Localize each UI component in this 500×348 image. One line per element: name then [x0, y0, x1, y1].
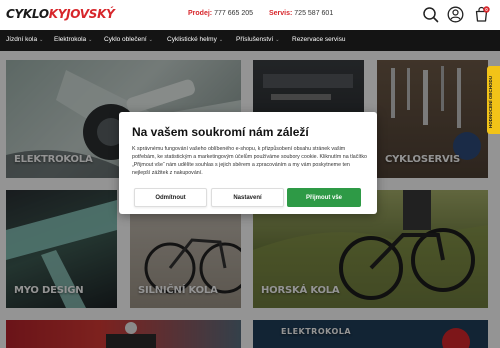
cookie-modal-text: K správnému fungování vašeho oblíbeného … — [132, 146, 367, 176]
chevron-down-icon: ⌄ — [88, 37, 93, 43]
logo[interactable]: CYKLOKYJOVSKÝ — [6, 7, 115, 21]
sales-contact: Prodej: 777 665 205 — [188, 10, 253, 17]
contact-info: Prodej: 777 665 205 Servis: 725 587 601 — [188, 10, 347, 17]
nav-item-cyklisticke-helmy[interactable]: Cyklistické helmy ⌄ — [167, 36, 223, 43]
nav-item-label: Jízdní kola — [6, 36, 38, 43]
nav-item-label: Příslušenství — [236, 36, 274, 43]
nav-item-elektrokola[interactable]: Elektrokola ⌄ — [54, 36, 92, 43]
search-icon[interactable] — [422, 6, 439, 23]
logo-part-2: KYJOVSKÝ — [48, 7, 115, 21]
rating-side-tab-label: HODNOCENÍ OBCHODU — [488, 75, 493, 128]
service-label: Servis: — [268, 10, 293, 17]
nav-item-label: Cyklo oblečení — [104, 36, 147, 43]
cookie-modal-title: Na vašem soukromí nám záleží — [132, 125, 309, 139]
chevron-down-icon: ⌄ — [39, 37, 44, 43]
reject-button[interactable]: Odmítnout — [134, 188, 207, 207]
nav-item-label: Cyklistické helmy — [167, 36, 217, 43]
sales-label: Prodej: — [188, 10, 213, 17]
user-icon[interactable] — [447, 6, 464, 23]
service-contact: Servis: 725 587 601 — [269, 10, 333, 17]
chevron-down-icon: ⌄ — [218, 37, 224, 43]
chevron-down-icon: ⌄ — [148, 37, 153, 43]
logo-part-1: CYKLO — [6, 7, 49, 21]
rating-side-tab[interactable]: HODNOCENÍ OBCHODU — [487, 66, 500, 134]
main-nav: Jízdní kola ⌄ Elektrokola ⌄ Cyklo oblečení… — [0, 30, 500, 51]
cart-icon[interactable]: 0 — [473, 6, 490, 23]
settings-button[interactable]: Nastavení — [211, 188, 284, 207]
site-header: CYKLOKYJOVSKÝ Prodej: 777 665 205 Servis… — [0, 0, 500, 30]
nav-item-label: Elektrokola — [54, 36, 87, 43]
sales-phone[interactable]: 777 665 205 — [214, 10, 253, 17]
nav-item-cyklo-obleceni[interactable]: Cyklo oblečení ⌄ — [104, 36, 153, 43]
service-phone[interactable]: 725 587 601 — [294, 10, 333, 17]
nav-item-label: Rezervace servisu — [292, 36, 346, 43]
nav-item-rezervace-servisu[interactable]: Rezervace servisu — [292, 36, 345, 43]
accept-all-button[interactable]: Přijmout vše — [287, 188, 361, 207]
nav-item-jizdni-kola[interactable]: Jízdní kola ⌄ — [6, 36, 43, 43]
chevron-down-icon: ⌄ — [275, 37, 280, 43]
nav-item-prislusenstvi[interactable]: Příslušenství ⌄ — [236, 36, 279, 43]
